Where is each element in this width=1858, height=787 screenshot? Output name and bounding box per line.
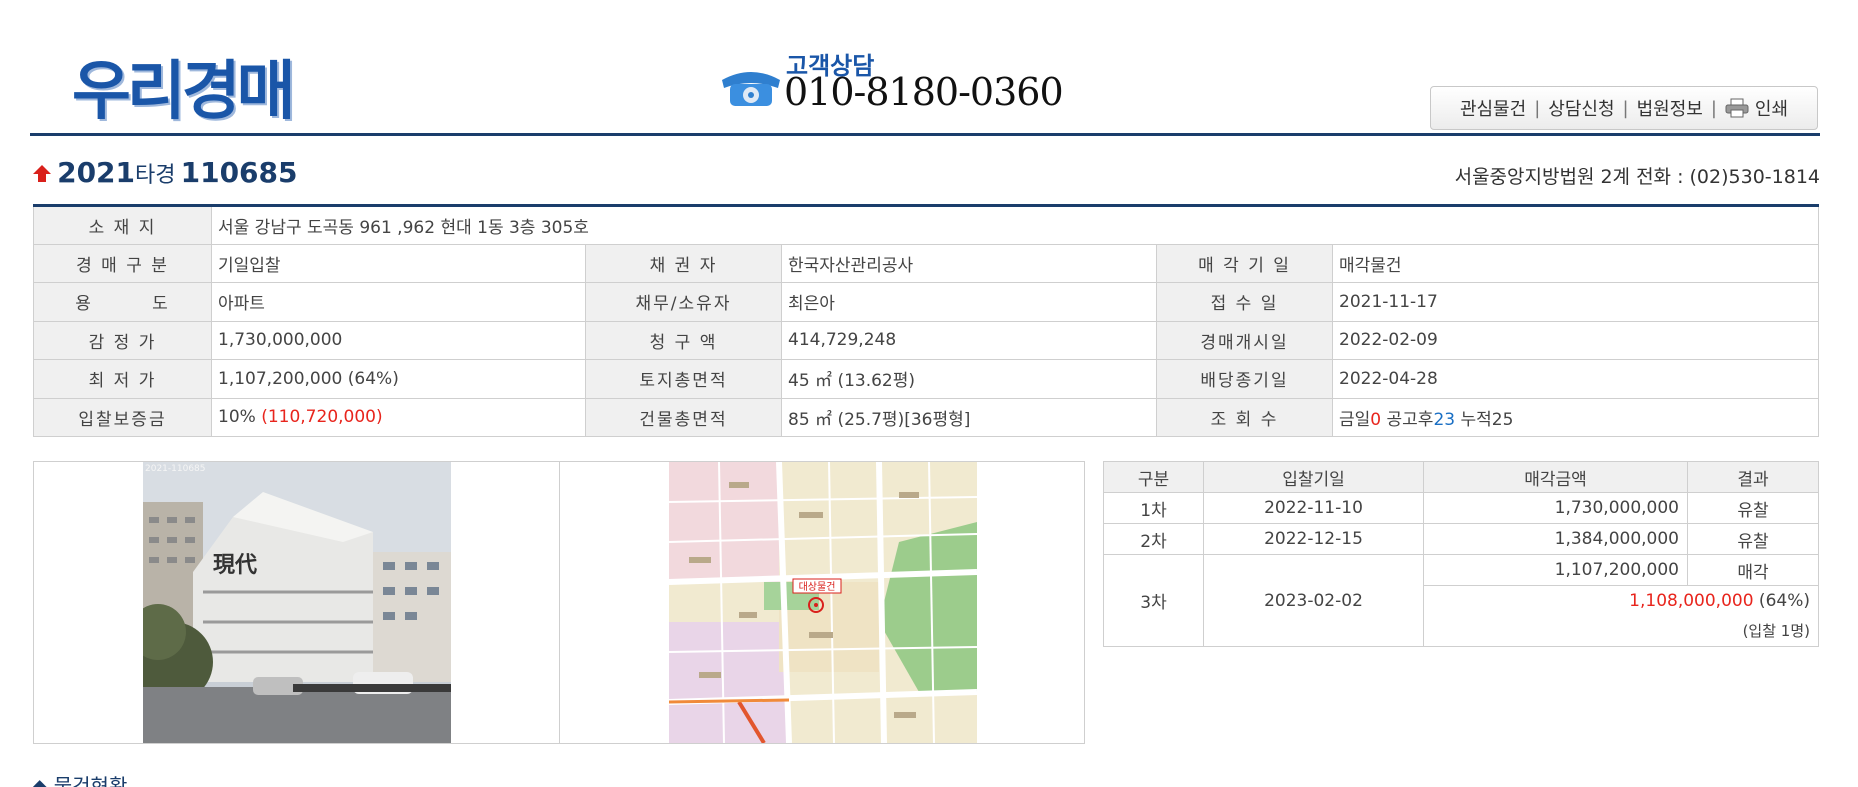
address-value: 서울 강남구 도곡동 961 ,962 현대 1동 3층 305호 <box>211 205 1819 245</box>
result-cell: 매각 <box>1687 554 1819 586</box>
views-after-label: 공고후 <box>1381 409 1434 430</box>
deposit-value: 10% (110,720,000) <box>211 397 586 437</box>
amount-cell: 1,730,000,000 <box>1423 492 1688 524</box>
round-cell: 2차 <box>1103 523 1204 555</box>
table-row: 최 저 가 1,107,200,000 (64%) 토지총면적 45 ㎡ (13… <box>33 359 1819 399</box>
telephone-icon <box>722 72 780 106</box>
table-row: 소 재 지 서울 강남구 도곡동 961 ,962 현대 1동 3층 305호 <box>33 205 1819 245</box>
info-value: 1,107,200,000 (64%) <box>211 359 586 399</box>
info-label: 용 도 <box>33 282 212 322</box>
location-map-cell: 대상물건 <box>560 462 1085 743</box>
case-kind: 타경 <box>135 163 176 188</box>
consult-link[interactable]: 상담신청 <box>1540 95 1622 121</box>
deposit-amount: (110,720,000) <box>261 407 383 428</box>
deposit-pct: 10% <box>218 407 262 428</box>
site-logo[interactable]: 우리경매 <box>72 40 296 132</box>
date-cell: 2022-12-15 <box>1203 523 1424 555</box>
favorites-link[interactable]: 관심물건 <box>1452 95 1534 121</box>
info-label: 매 각 기 일 <box>1156 243 1333 283</box>
table-row: 입찰보증금 10% (110,720,000) 건물총면적 85 ㎡ (25.7… <box>33 397 1819 437</box>
amount-cell: 1,384,000,000 <box>1423 523 1688 555</box>
info-label: 채 권 자 <box>585 243 782 283</box>
info-value: 최은아 <box>781 282 1157 322</box>
property-info-table: 소 재 지 서울 강남구 도곡동 961 ,962 현대 1동 3층 305호 … <box>33 204 1819 437</box>
column-header: 입찰기일 <box>1203 461 1424 493</box>
info-value: 기일입찰 <box>211 243 586 283</box>
info-value: 2022-04-28 <box>1332 359 1819 399</box>
location-map[interactable]: 대상물건 <box>668 462 977 743</box>
info-label: 감 정 가 <box>33 320 212 360</box>
photo-panel: 現代 2021-110685 대상물건 <box>33 461 1085 744</box>
table-row: 경 매 구 분 기일입찰 채 권 자 한국자산관리공사 매 각 기 일 매각물건 <box>33 243 1819 283</box>
section-title: ◆ 물건현황 <box>32 774 128 787</box>
views-total: 25 <box>1491 409 1514 430</box>
property-photo-cell: 現代 2021-110685 <box>34 462 560 743</box>
info-value: 1,730,000,000 <box>211 320 586 360</box>
photo-caption: 2021-110685 <box>145 464 206 474</box>
hotline-number: 010-8180-0360 <box>784 70 1064 114</box>
column-header: 매각금액 <box>1423 461 1688 493</box>
column-header: 결과 <box>1687 461 1819 493</box>
sale-amount-line: 1,108,000,000 (64%) <box>1432 586 1810 616</box>
building-area-label: 건물총면적 <box>585 397 782 437</box>
result-cell: 유찰 <box>1687 492 1819 524</box>
info-label: 채무/소유자 <box>585 282 782 322</box>
info-value: 2022-02-09 <box>1332 320 1819 360</box>
info-value: 45 ㎡ (13.62평) <box>781 359 1157 399</box>
sale-amount: 1,108,000,000 <box>1629 591 1754 611</box>
case-no: 110685 <box>180 156 298 189</box>
printer-icon <box>1725 98 1749 118</box>
round-cell: 3차 <box>1103 554 1204 647</box>
round-cell: 1차 <box>1103 492 1204 524</box>
header-divider <box>30 133 1820 136</box>
print-label: 인쇄 <box>1754 99 1789 120</box>
case-number: 2021타경 110685 <box>32 156 298 189</box>
column-header: 구분 <box>1103 461 1204 493</box>
table-row: 감 정 가 1,730,000,000 청 구 액 414,729,248 경매… <box>33 320 1819 360</box>
info-label: 접 수 일 <box>1156 282 1333 322</box>
map-marker-label: 대상물건 <box>798 581 835 593</box>
print-button[interactable]: 인쇄 <box>1717 95 1796 121</box>
views-today: 0 <box>1370 409 1382 430</box>
top-links: 관심물건 | 상담신청 | 법원정보 | 인쇄 <box>1430 86 1818 130</box>
views-after: 23 <box>1433 409 1456 430</box>
info-value: 아파트 <box>211 282 586 322</box>
info-label: 최 저 가 <box>33 359 212 399</box>
court-info: 서울중앙지방법원 2계 전화 : (02)530-1814 <box>1454 166 1820 188</box>
bidder-count: (입찰 1명) <box>1742 622 1810 640</box>
views-value: 금일0 공고후23 누적25 <box>1332 397 1819 437</box>
table-row: 1차 2022-11-10 1,730,000,000 유찰 <box>1103 492 1819 524</box>
table-row: 용 도 아파트 채무/소유자 최은아 접 수 일 2021-11-17 <box>33 282 1819 322</box>
case-year: 2021 <box>57 156 136 189</box>
views-label: 조 회 수 <box>1156 397 1333 437</box>
date-cell: 2023-02-02 <box>1203 554 1424 647</box>
views-total-label: 누적 <box>1455 409 1492 430</box>
result-cell: 유찰 <box>1687 523 1819 555</box>
info-label: 경매개시일 <box>1156 320 1333 360</box>
address-label: 소 재 지 <box>33 205 212 245</box>
info-value: 매각물건 <box>1332 243 1819 283</box>
sale-amount-cell: 1,108,000,000 (64%) (입찰 1명) <box>1423 585 1819 647</box>
info-label: 토지총면적 <box>585 359 782 399</box>
amount-cell: 1,107,200,000 <box>1423 554 1688 586</box>
court-info-link[interactable]: 법원정보 <box>1629 95 1711 121</box>
table-row: 3차 2023-02-02 1,107,200,000 매각 <box>1103 554 1819 647</box>
building-area-value: 85 ㎡ (25.7평)[36평형] <box>781 397 1157 437</box>
info-value: 2021-11-17 <box>1332 282 1819 322</box>
svg-text:現代: 現代 <box>213 552 257 578</box>
date-cell: 2022-11-10 <box>1203 492 1424 524</box>
info-label: 배당종기일 <box>1156 359 1333 399</box>
info-label: 청 구 액 <box>585 320 782 360</box>
table-row: 2차 2022-12-15 1,384,000,000 유찰 <box>1103 523 1819 555</box>
sale-pct: (64%) <box>1753 591 1810 611</box>
deposit-label: 입찰보증금 <box>33 397 212 437</box>
info-value: 414,729,248 <box>781 320 1157 360</box>
info-value: 한국자산관리공사 <box>781 243 1157 283</box>
property-photo[interactable]: 現代 2021-110685 <box>143 462 451 743</box>
table-header-row: 구분 입찰기일 매각금액 결과 <box>1103 461 1819 493</box>
info-label: 경 매 구 분 <box>33 243 212 283</box>
views-today-label: 금일 <box>1339 409 1371 430</box>
up-arrow-icon <box>33 165 51 182</box>
auction-results-table: 구분 입찰기일 매각금액 결과 1차 2022-11-10 1,730,000,… <box>1103 461 1819 647</box>
